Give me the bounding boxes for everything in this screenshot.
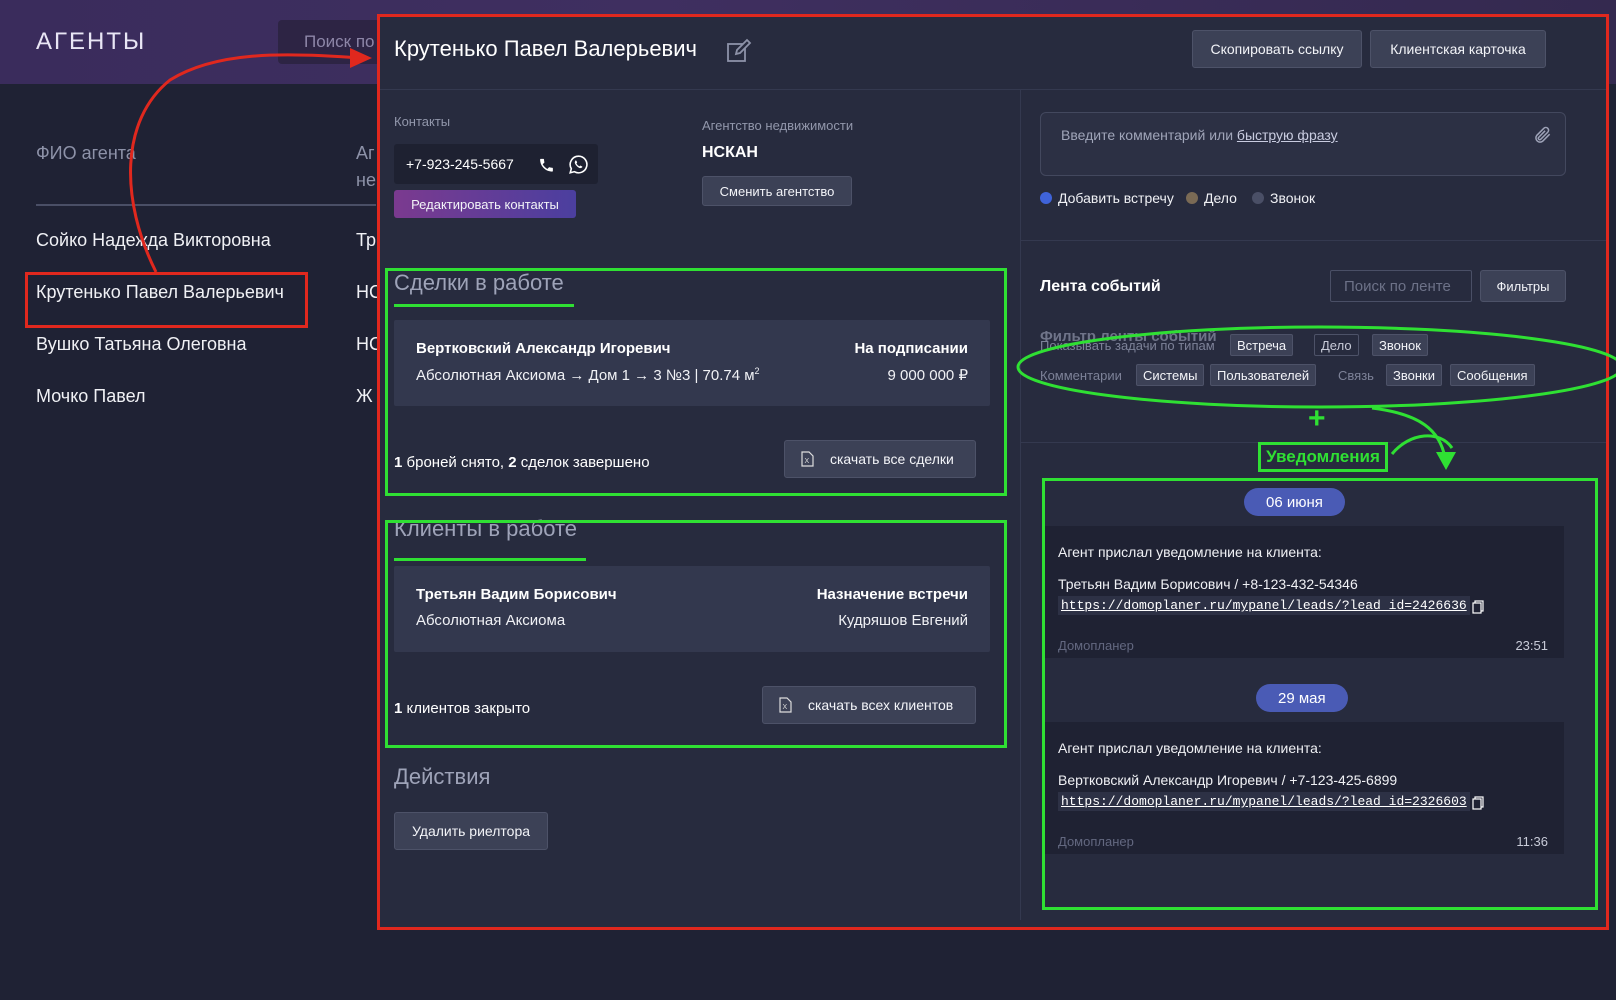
annotation-notifications-label: Уведомления: [1258, 442, 1388, 472]
annotation-underline-deals: [394, 304, 574, 307]
agent-row-name[interactable]: Мочко Павел: [36, 386, 146, 407]
agent-row-agency: Тр: [356, 230, 376, 250]
agent-row-name[interactable]: Вушко Татьяна Олеговна: [36, 334, 246, 355]
annotation-highlight-deals: [385, 268, 1007, 496]
agents-table-header: ФИО агента Аг не: [36, 140, 376, 206]
annotation-underline-clients: [394, 558, 586, 561]
agent-row-name[interactable]: Сойко Надежда Викторовна: [36, 230, 271, 251]
agent-row-agency: Ж: [356, 386, 373, 406]
column-header-fio[interactable]: ФИО агента: [36, 140, 136, 167]
annotation-plus: +: [1308, 402, 1326, 435]
annotation-highlight-clients: [385, 520, 1007, 748]
annotation-highlight-selected-agent: [25, 272, 308, 328]
annotation-highlight-notifications: [1042, 478, 1598, 910]
page-title: АГЕНТЫ: [36, 28, 147, 55]
